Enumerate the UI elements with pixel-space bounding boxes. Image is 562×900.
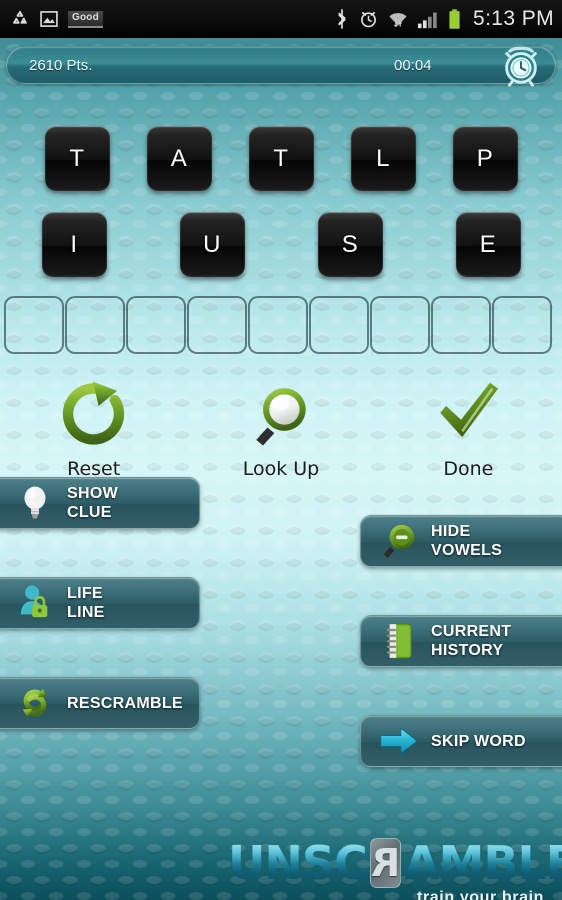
lookup-button[interactable]: Look Up: [187, 376, 374, 480]
right-arrow-icon: [379, 724, 419, 758]
answer-slots: [4, 296, 558, 354]
status-bar-left-icons: Good: [10, 9, 103, 29]
logo-wordmark: UNSC R AMBLE: [228, 836, 562, 890]
skip-word-button[interactable]: SKIP WORD: [360, 715, 562, 767]
signal-bars-icon: [417, 12, 437, 29]
done-button[interactable]: Done: [375, 376, 562, 480]
letter-tiles-row-2: I U S E: [0, 212, 562, 277]
alarm-clock-icon[interactable]: [498, 42, 544, 88]
android-status-bar: Good 5:13 PM: [0, 0, 562, 38]
rescramble-label: RESCRAMBLE: [67, 694, 183, 712]
status-bar-right-icons: 5:13 PM: [335, 7, 554, 31]
recycle-arrows-icon: [15, 684, 55, 722]
recycle-icon: [13, 10, 27, 24]
letter-tile[interactable]: I: [41, 212, 107, 277]
reset-button[interactable]: Reset: [0, 376, 187, 480]
timer-value: 00:04: [394, 56, 432, 74]
answer-slot[interactable]: [492, 296, 552, 354]
skip-word-label: SKIP WORD: [431, 732, 526, 750]
current-history-button[interactable]: CURRENT HISTORY: [360, 615, 562, 667]
checkmark-icon: [440, 382, 499, 438]
alarm-clock-icon: [361, 12, 376, 28]
magnifier-minus-icon: [379, 522, 419, 560]
logo-reversed-r: R: [370, 841, 401, 885]
done-label: Done: [443, 458, 494, 480]
lightbulb-icon: [15, 485, 55, 521]
answer-slot[interactable]: [4, 296, 64, 354]
answer-slot[interactable]: [248, 296, 308, 354]
magnifier-icon: [256, 388, 306, 446]
reset-glyph: [57, 376, 131, 452]
current-history-label: CURRENT HISTORY: [431, 623, 512, 659]
battery-icon: [449, 8, 460, 29]
answer-slot[interactable]: [370, 296, 430, 354]
bluetooth-icon: [338, 9, 346, 29]
answer-slot[interactable]: [431, 296, 491, 354]
letter-tile[interactable]: T: [44, 126, 110, 191]
logo-reversed-r-box: R: [369, 838, 402, 888]
letter-tile[interactable]: S: [317, 212, 383, 277]
logo-tagline: train your brain: [417, 889, 544, 900]
show-clue-label: SHOW CLUE: [67, 485, 118, 521]
show-clue-button[interactable]: SHOW CLUE: [0, 477, 200, 529]
hide-vowels-label: HIDE VOWELS: [431, 523, 503, 559]
answer-slot[interactable]: [126, 296, 186, 354]
action-icon-row: Reset Look Up Done: [0, 376, 562, 480]
letter-tile[interactable]: A: [146, 126, 212, 191]
rescramble-button[interactable]: RESCRAMBLE: [0, 677, 200, 729]
logo-part-one: UNSC: [228, 836, 368, 890]
hide-vowels-button[interactable]: HIDE VOWELS: [360, 515, 562, 567]
wifi-icon: [389, 13, 407, 27]
good-status-badge: Good: [68, 10, 103, 28]
app-root: Good 5:13 PM 2610 Pts. 00:04 T A T L P I…: [0, 0, 562, 900]
letter-tile[interactable]: E: [455, 212, 521, 277]
refresh-circular-arrow-icon: [62, 381, 124, 445]
letter-tile[interactable]: T: [248, 126, 314, 191]
gallery-image-icon: [40, 11, 58, 27]
letter-tile[interactable]: U: [179, 212, 245, 277]
status-bar-clock: 5:13 PM: [472, 7, 554, 30]
person-lock-icon: [15, 584, 55, 622]
letter-tile[interactable]: P: [452, 126, 518, 191]
life-line-label: LIFE LINE: [67, 585, 105, 621]
logo-part-two: AMBLE: [404, 838, 562, 888]
answer-slot[interactable]: [65, 296, 125, 354]
done-glyph: [431, 376, 505, 452]
app-logo: UNSC R AMBLE train your brain: [228, 836, 562, 900]
green-notebook-icon: [379, 622, 419, 660]
lookup-glyph: [245, 376, 317, 452]
score-timer-bar: 2610 Pts. 00:04: [6, 46, 556, 87]
lookup-label: Look Up: [242, 458, 320, 480]
game-background: 2610 Pts. 00:04 T A T L P I U S E Reset …: [0, 38, 562, 900]
score-value: 2610 Pts.: [29, 56, 93, 74]
letter-tile[interactable]: L: [350, 126, 416, 191]
answer-slot[interactable]: [187, 296, 247, 354]
answer-slot[interactable]: [309, 296, 369, 354]
letter-tiles-row-1: T A T L P: [0, 126, 562, 191]
score-bar-inner: 2610 Pts. 00:04: [6, 46, 556, 87]
life-line-button[interactable]: LIFE LINE: [0, 577, 200, 629]
